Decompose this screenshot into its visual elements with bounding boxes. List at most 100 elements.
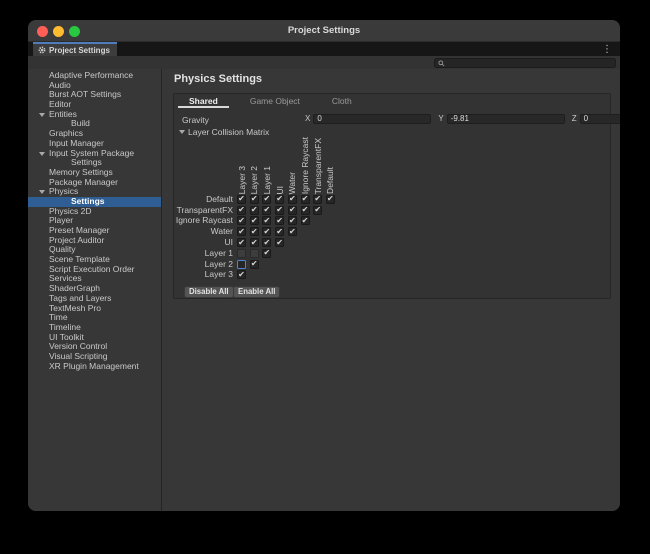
matrix-row-label-default: Default (174, 195, 233, 205)
disable-all-button[interactable]: Disable All (184, 286, 234, 298)
matrix-checkbox-default-vs-water[interactable]: ✔ (288, 195, 297, 204)
sidebar-item-burst-aot-settings[interactable]: Burst AOT Settings (28, 90, 161, 100)
matrix-checkbox-layer-1-vs-layer-3[interactable] (237, 249, 246, 258)
matrix-checkbox-water-vs-ui[interactable]: ✔ (275, 227, 284, 236)
matrix-checkbox-default-vs-layer-2[interactable]: ✔ (250, 195, 259, 204)
search-row (28, 56, 620, 69)
sidebar-item-settings[interactable]: Settings (28, 197, 161, 207)
checkmark-icon: ✔ (251, 195, 258, 203)
tab-shared[interactable]: Shared (178, 94, 229, 108)
checkmark-icon: ✔ (289, 217, 296, 225)
matrix-checkbox-ignore-raycast-vs-water[interactable]: ✔ (288, 216, 297, 225)
checkmark-icon: ✔ (238, 195, 245, 203)
checkmark-icon: ✔ (251, 239, 258, 247)
matrix-checkbox-default-vs-layer-1[interactable]: ✔ (262, 195, 271, 204)
checkmark-icon: ✔ (276, 228, 283, 236)
matrix-checkbox-layer-1-vs-layer-1[interactable]: ✔ (262, 249, 271, 258)
foldout-arrow-icon[interactable] (39, 113, 45, 117)
matrix-checkbox-layer-1-vs-layer-2[interactable] (250, 249, 259, 258)
matrix-checkbox-ignore-raycast-vs-layer-3[interactable]: ✔ (237, 216, 246, 225)
matrix-checkbox-water-vs-water[interactable]: ✔ (288, 227, 297, 236)
checkmark-icon: ✔ (251, 217, 258, 225)
gravity-x-field[interactable] (313, 114, 431, 124)
foldout-arrow-icon (179, 130, 185, 134)
matrix-checkbox-transparentfx-vs-layer-2[interactable]: ✔ (250, 206, 259, 215)
search-box[interactable] (434, 58, 616, 68)
sidebar-item-editor[interactable]: Editor (28, 100, 161, 110)
matrix-checkbox-ui-vs-layer-1[interactable]: ✔ (262, 238, 271, 247)
matrix-col-label-text: Default (325, 167, 335, 194)
matrix-col-label-text: Water (287, 172, 297, 194)
matrix-row-label-water: Water (174, 227, 233, 237)
gravity-z-label: Z (572, 114, 577, 123)
matrix-checkbox-ignore-raycast-vs-ui[interactable]: ✔ (275, 216, 284, 225)
search-input[interactable] (447, 59, 612, 67)
matrix-checkbox-default-vs-default[interactable]: ✔ (326, 195, 335, 204)
matrix-checkbox-default-vs-ui[interactable]: ✔ (275, 195, 284, 204)
foldout-arrow-icon[interactable] (39, 152, 45, 156)
tab-game-object[interactable]: Game Object (239, 94, 311, 108)
matrix-checkbox-ui-vs-ui[interactable]: ✔ (275, 238, 284, 247)
matrix-checkbox-transparentfx-vs-layer-3[interactable]: ✔ (237, 206, 246, 215)
sidebar-item-build[interactable]: Build (28, 119, 161, 129)
matrix-checkbox-layer-2-vs-layer-2[interactable]: ✔ (250, 260, 259, 269)
sidebar-item-textmesh-pro[interactable]: TextMesh Pro (28, 304, 161, 314)
checkmark-icon: ✔ (238, 239, 245, 247)
checkmark-icon: ✔ (314, 195, 321, 203)
gravity-y-field[interactable] (447, 114, 565, 124)
matrix-checkbox-transparentfx-vs-ignore-raycast[interactable]: ✔ (301, 206, 310, 215)
matrix-checkbox-ignore-raycast-vs-layer-2[interactable]: ✔ (250, 216, 259, 225)
gravity-y-group: Y (438, 113, 564, 124)
matrix-checkbox-transparentfx-vs-water[interactable]: ✔ (288, 206, 297, 215)
sidebar-item-adaptive-performance[interactable]: Adaptive Performance (28, 71, 161, 81)
matrix-checkbox-layer-2-vs-layer-3[interactable] (237, 260, 246, 269)
sidebar-item-xr-plugin-management[interactable]: XR Plugin Management (28, 362, 161, 372)
checkmark-icon: ✔ (276, 239, 283, 247)
sidebar-item-physics-2d[interactable]: Physics 2D (28, 207, 161, 217)
checkmark-icon: ✔ (289, 228, 296, 236)
matrix-checkbox-ui-vs-layer-2[interactable]: ✔ (250, 238, 259, 247)
matrix-row-label-layer-1: Layer 1 (174, 249, 233, 259)
matrix-col-label-layer-3: Layer 3 (235, 130, 248, 194)
gravity-z-group: Z (572, 113, 620, 124)
matrix-checkbox-ui-vs-layer-3[interactable]: ✔ (237, 238, 246, 247)
matrix-checkbox-ignore-raycast-vs-layer-1[interactable]: ✔ (262, 216, 271, 225)
matrix-col-label-default: Default (324, 130, 337, 194)
matrix-checkbox-default-vs-transparentfx[interactable]: ✔ (313, 195, 322, 204)
matrix-checkbox-transparentfx-vs-transparentfx[interactable]: ✔ (313, 206, 322, 215)
sidebar-item-timeline[interactable]: Timeline (28, 323, 161, 333)
matrix-col-label-transparentfx: TransparentFX (311, 130, 324, 194)
sidebar-item-script-execution-order[interactable]: Script Execution Order (28, 265, 161, 275)
matrix-checkbox-transparentfx-vs-layer-1[interactable]: ✔ (262, 206, 271, 215)
checkmark-icon: ✔ (238, 228, 245, 236)
matrix-checkbox-default-vs-layer-3[interactable]: ✔ (237, 195, 246, 204)
dock-tab-bar: Project Settings ⋮ (28, 42, 620, 56)
matrix-checkbox-water-vs-layer-1[interactable]: ✔ (262, 227, 271, 236)
enable-all-button[interactable]: Enable All (233, 286, 280, 298)
checkmark-icon: ✔ (264, 195, 271, 203)
checkmark-icon: ✔ (238, 217, 245, 225)
tab-project-settings[interactable]: Project Settings (33, 42, 117, 56)
foldout-arrow-icon[interactable] (39, 190, 45, 194)
sidebar-item-project-auditor[interactable]: Project Auditor (28, 236, 161, 246)
matrix-checkbox-ignore-raycast-vs-ignore-raycast[interactable]: ✔ (301, 216, 310, 225)
checkmark-icon: ✔ (264, 239, 271, 247)
matrix-checkbox-transparentfx-vs-ui[interactable]: ✔ (275, 206, 284, 215)
matrix-checkbox-water-vs-layer-2[interactable]: ✔ (250, 227, 259, 236)
sidebar-item-time[interactable]: Time (28, 313, 161, 323)
physics-settings-groupbox: Shared Game Object Cloth Gravity X Y (173, 93, 611, 299)
matrix-checkbox-default-vs-ignore-raycast[interactable]: ✔ (301, 195, 310, 204)
checkmark-icon: ✔ (276, 217, 283, 225)
checkmark-icon: ✔ (264, 249, 271, 257)
matrix-col-label-ignore-raycast: Ignore Raycast (299, 130, 312, 194)
matrix-row-label-ui: UI (174, 238, 233, 248)
gravity-y-label: Y (438, 114, 443, 123)
gravity-fields: X Y Z (305, 113, 605, 124)
sidebar-item-package-manager[interactable]: Package Manager (28, 178, 161, 188)
more-options-button[interactable]: ⋮ (602, 43, 612, 56)
matrix-checkbox-layer-3-vs-layer-3[interactable]: ✔ (237, 270, 246, 279)
gravity-z-field[interactable] (580, 114, 620, 124)
matrix-checkbox-water-vs-layer-3[interactable]: ✔ (237, 227, 246, 236)
tab-cloth[interactable]: Cloth (321, 94, 363, 108)
sidebar-item-entities[interactable]: Entities (28, 110, 161, 120)
